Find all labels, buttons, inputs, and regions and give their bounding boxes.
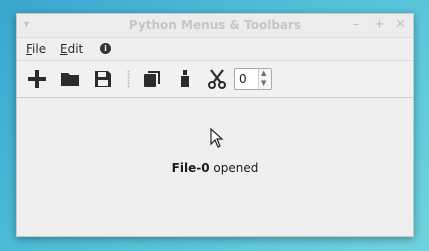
spinbox-value: 0 — [239, 72, 247, 86]
toolbar: 0 ▲ ▼ — [17, 60, 413, 98]
spin-up-icon[interactable]: ▲ — [261, 69, 266, 77]
copy-icon[interactable] — [141, 68, 163, 90]
main-content: File-0 opened — [17, 98, 413, 239]
close-button[interactable]: ✕ — [395, 17, 406, 32]
title-bar: ▾ Python Menus & Toolbars – + ✕ — [17, 14, 413, 38]
bottle-icon[interactable] — [174, 68, 196, 90]
status-file-name: File-0 — [171, 161, 210, 175]
menu-edit-mnemonic: E — [60, 42, 68, 56]
status-label: File-0 opened — [17, 161, 413, 175]
minimize-button[interactable]: – — [353, 17, 360, 32]
quantity-spinbox[interactable]: 0 ▲ ▼ — [234, 68, 272, 90]
plus-icon[interactable] — [26, 68, 48, 90]
mouse-cursor-icon — [210, 127, 224, 152]
menu-bar: File Edit i — [17, 38, 413, 60]
menu-file-rest: ile — [32, 42, 47, 56]
scissors-icon[interactable] — [206, 68, 228, 90]
folder-icon[interactable] — [59, 68, 81, 90]
spin-down-icon[interactable]: ▼ — [261, 79, 266, 87]
status-text: opened — [209, 161, 259, 175]
menu-edit-rest: dit — [67, 42, 84, 56]
toolbar-separator — [127, 70, 130, 88]
app-window: ▾ Python Menus & Toolbars – + ✕ File Edi… — [16, 13, 414, 237]
menu-edit[interactable]: Edit — [60, 42, 83, 56]
spinbox-buttons: ▲ ▼ — [258, 69, 271, 89]
maximize-button[interactable]: + — [374, 17, 385, 32]
menu-file[interactable]: File — [26, 42, 46, 56]
save-icon[interactable] — [92, 68, 114, 90]
info-icon[interactable]: i — [100, 43, 111, 54]
